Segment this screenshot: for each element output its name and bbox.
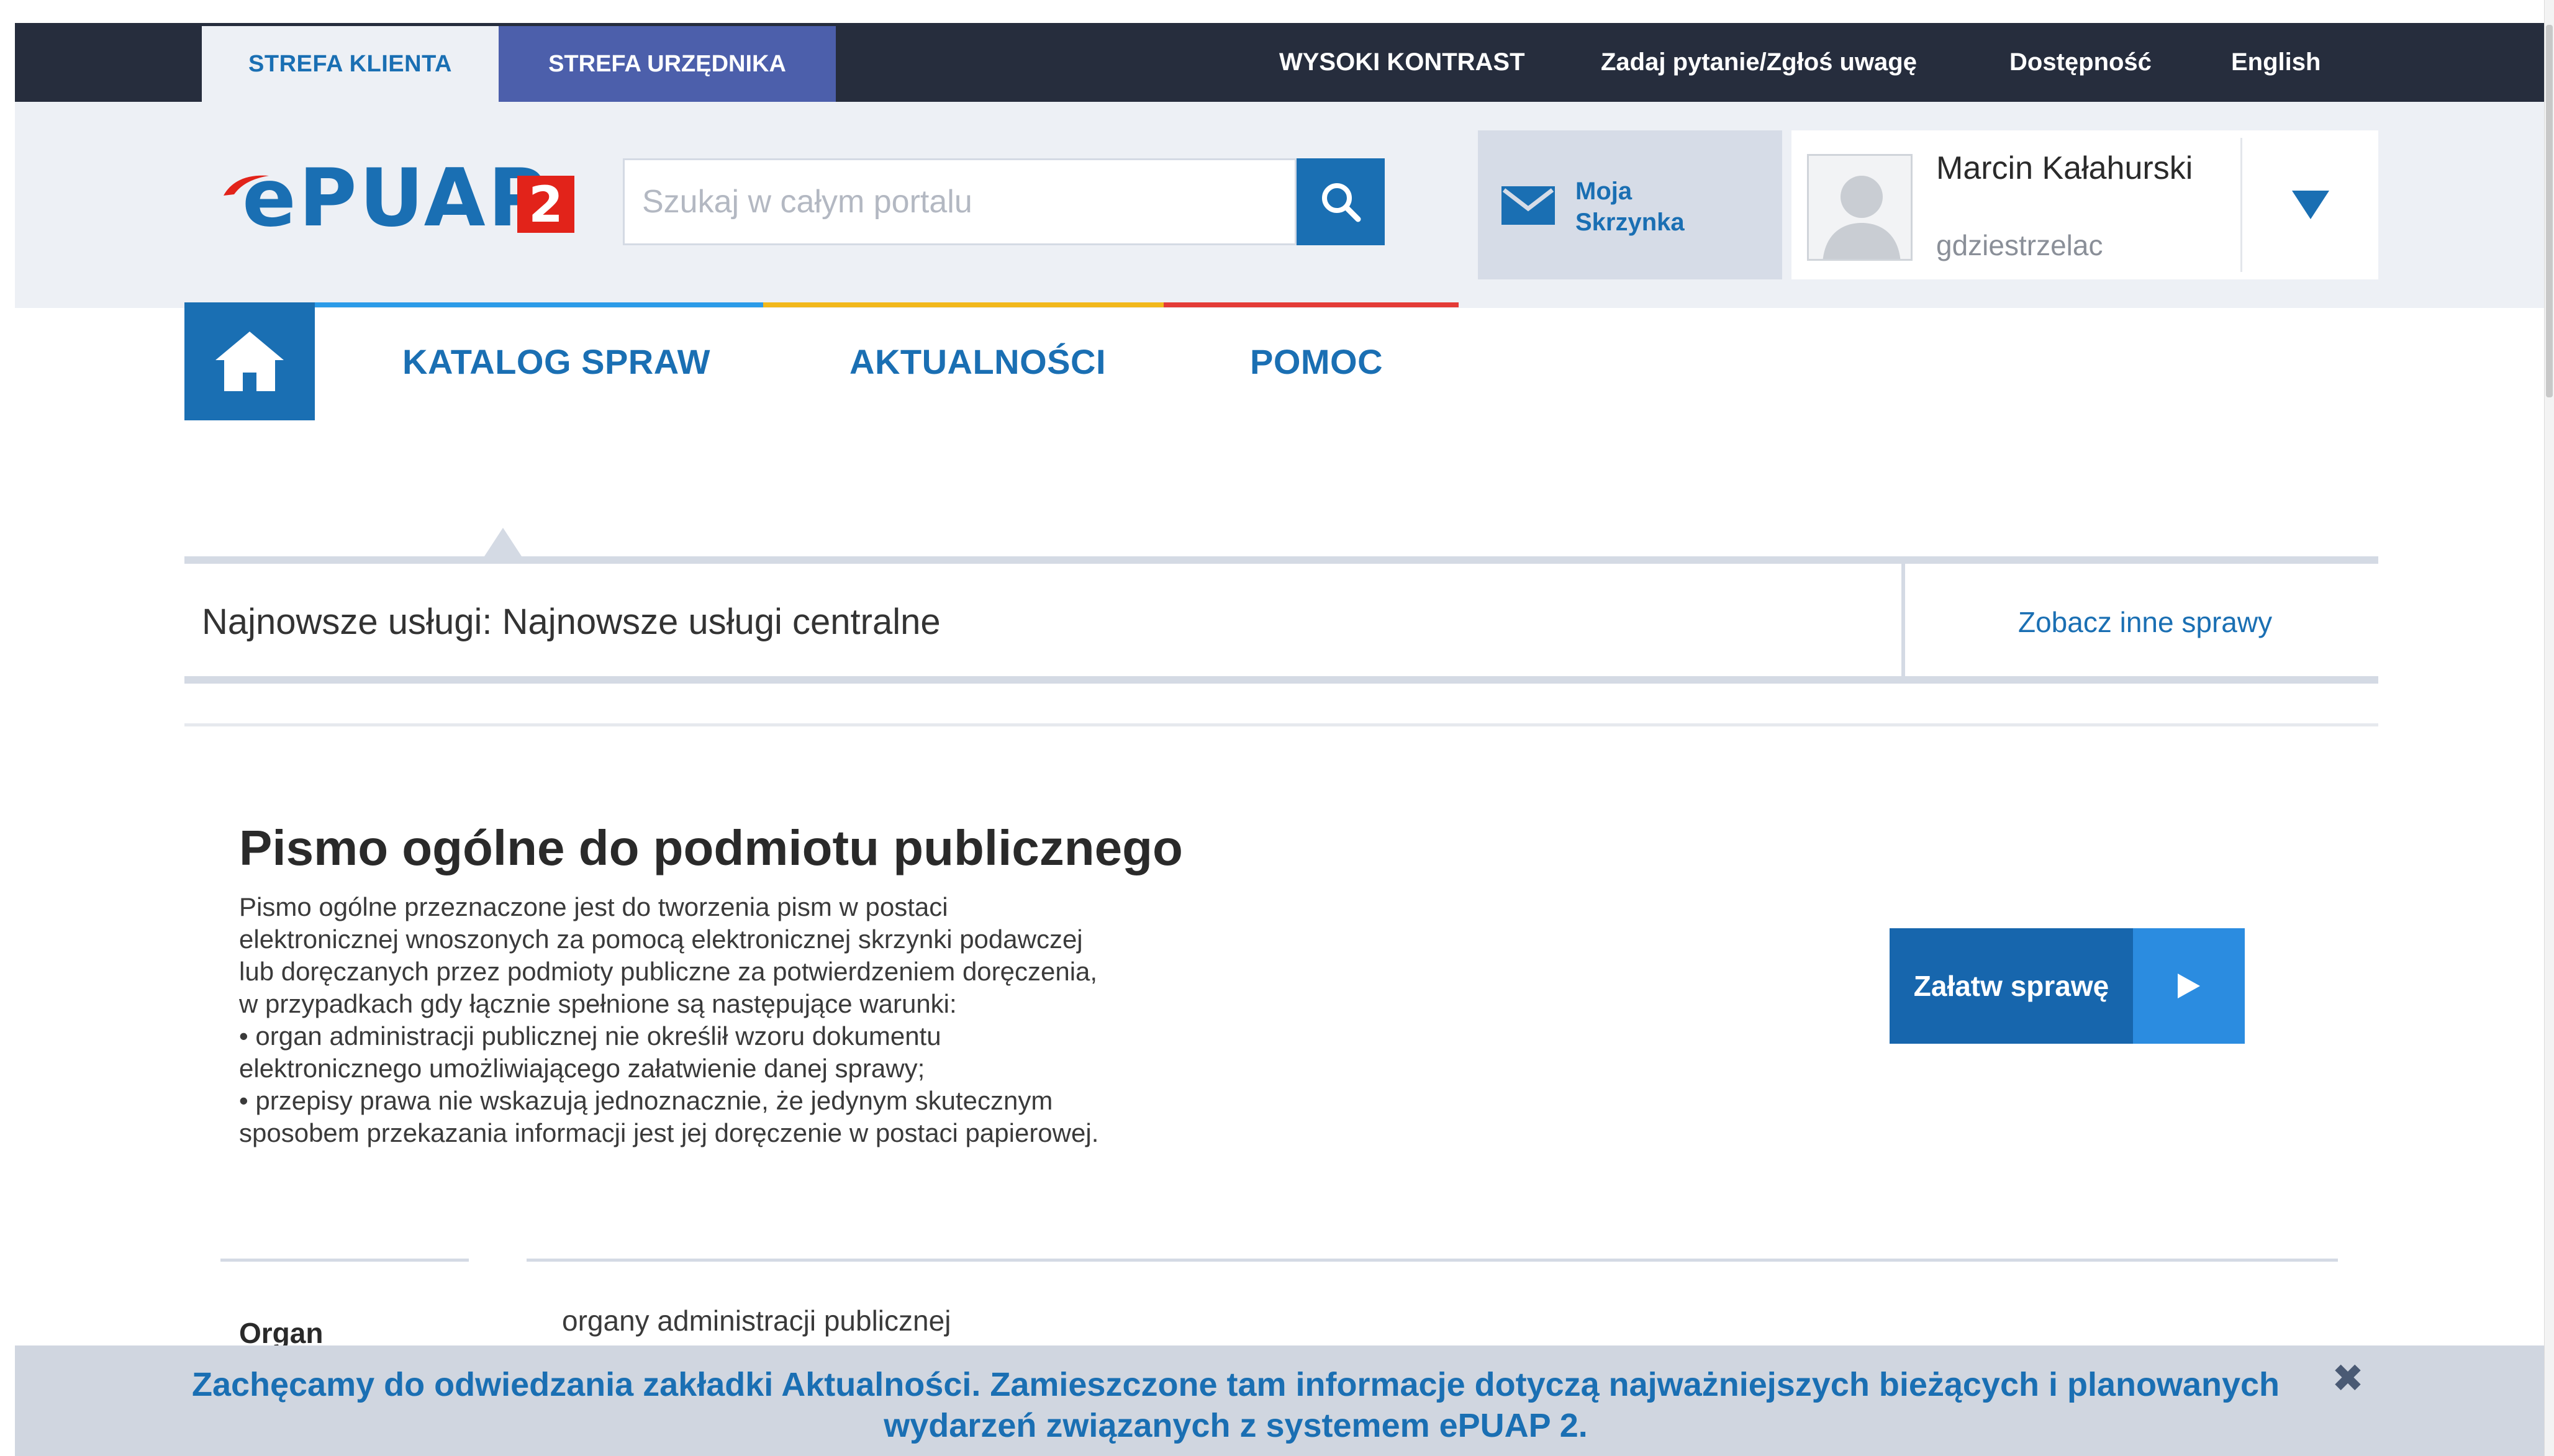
search-button[interactable] [1297,158,1385,245]
tab-official-zone[interactable]: STREFA URZĘDNIKA [499,26,836,102]
vertical-scrollbar[interactable] [2544,0,2554,1456]
organ-value: organy administracji publicznej [562,1305,951,1337]
description-line: elektronicznego umożliwiającego załatwie… [239,1054,925,1083]
english-link[interactable]: English [2231,48,2321,76]
window-top-edge [0,0,2554,23]
description-line: • organ administracji publicznej nie okr… [239,1021,941,1051]
details-rule-left [220,1259,469,1262]
logo-text: ePUAP [242,152,549,245]
mailbox-label: Moja Skrzynka [1575,178,1685,236]
home-button[interactable] [184,302,315,420]
arrow-right-icon-box [2133,928,2245,1044]
description-line: Pismo ogólne przeznaczone jest do tworze… [239,892,948,921]
tab-client-zone[interactable]: STREFA KLIENTA [202,26,499,102]
nav-accent-help [1164,302,1459,307]
service-title[interactable]: Pismo ogólne do podmiotu publicznego [239,820,1183,877]
user-name: Marcin Kałahurski [1936,150,2193,186]
description-line: lub doręczanych przez podmioty publiczne… [239,957,1098,986]
section-pointer [484,528,522,556]
latest-services-title: Najnowsze usługi: Najnowsze usługi centr… [202,602,941,642]
avatar [1807,154,1913,261]
logo-badge: 2 [517,176,574,233]
organ-label: Organ [239,1317,324,1349]
services-bar-divider [1901,564,1905,676]
nav-accent-catalog [315,302,763,307]
ask-question-link[interactable]: Zadaj pytanie/Zgłoś uwagę [1601,48,1917,76]
home-icon [215,332,284,391]
notice-text: Zachęcamy do odwiedzania zakładki Aktual… [191,1366,2280,1444]
nav-accent-news [763,302,1164,307]
nav-item-news[interactable]: AKTUALNOŚCI [849,341,1106,382]
close-icon[interactable]: ✖ [2332,1355,2364,1401]
section-divider [184,723,2378,726]
envelope-icon [1501,186,1555,225]
epuap-logo[interactable]: ePUAP 2 [220,158,581,239]
nav-item-help[interactable]: POMOC [1250,341,1383,382]
mailbox-button[interactable]: Moja Skrzynka [1478,130,1782,279]
arrow-right-icon [2178,974,2200,998]
description-line: sposobem przekazania informacji jest jej… [239,1118,1099,1147]
high-contrast-link[interactable]: WYSOKI KONTRAST [1279,48,1525,76]
chevron-down-icon [2291,191,2329,219]
description-line: elektronicznej wnoszonych za pomocą elek… [239,925,1083,954]
handle-case-label: Załatw sprawę [1913,970,2109,1002]
window-left-edge [0,0,15,1456]
user-menu-toggle[interactable] [2242,130,2378,279]
user-silhouette-icon [1823,176,1901,259]
see-other-services-link[interactable]: Zobacz inne sprawy [2018,605,2272,639]
accessibility-link[interactable]: Dostępność [2009,48,2152,76]
user-panel: Marcin Kałahurski gdziestrzelac [1791,130,2378,279]
search-input[interactable] [623,158,1297,245]
nav-item-catalog[interactable]: KATALOG SPRAW [402,341,710,382]
scrollbar-thumb[interactable] [2546,25,2553,397]
description-line: w przypadkach gdy łącznie spełnione są n… [239,989,957,1018]
details-rule-right [527,1259,2338,1262]
handle-case-button[interactable]: Załatw sprawę [1890,928,2245,1044]
search-icon [1322,183,1361,222]
user-login: gdziestrzelac [1936,229,2103,261]
service-description: Pismo ogólne przeznaczone jest do tworze… [239,891,1208,1149]
description-line: • przepisy prawa nie wskazują jednoznacz… [239,1086,1053,1115]
